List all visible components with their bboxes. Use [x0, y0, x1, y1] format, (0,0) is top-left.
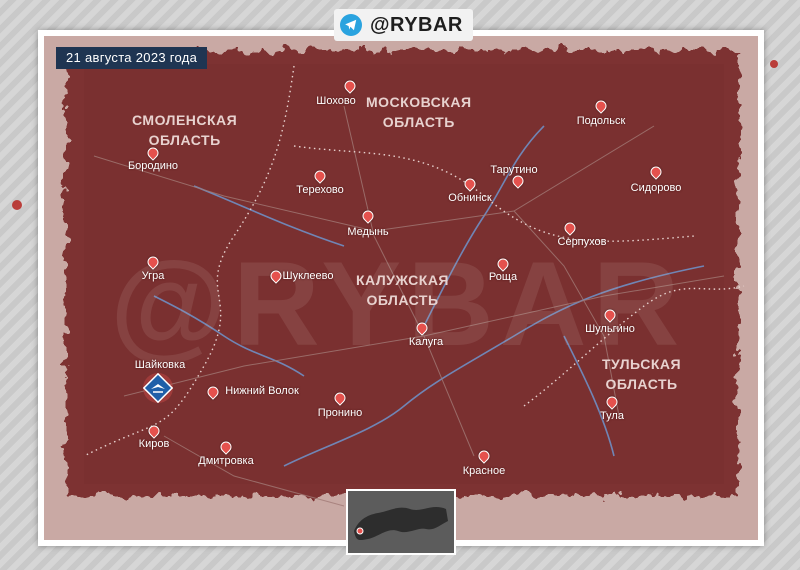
- city-label: Угра: [141, 270, 165, 282]
- region-moscow: МОСКОВСКАЯ ОБЛАСТЬ: [366, 92, 472, 132]
- city-label: Подольск: [576, 115, 626, 127]
- region-label: ОБЛАСТЬ: [605, 376, 678, 392]
- city-label: Шайковка: [134, 359, 186, 371]
- splatter: [770, 60, 778, 68]
- city-label: Сидорово: [630, 182, 682, 194]
- region-label: ОБЛАСТЬ: [148, 132, 221, 148]
- region-label: ОБЛАСТЬ: [382, 114, 455, 130]
- region-label: СМОЛЕНСКАЯ: [132, 112, 238, 128]
- region-tula: ТУЛЬСКАЯ ОБЛАСТЬ: [602, 354, 681, 394]
- city-label: Красное: [462, 465, 506, 477]
- region-smolensk: СМОЛЕНСКАЯ ОБЛАСТЬ: [132, 110, 237, 150]
- region-label: КАЛУЖСКАЯ: [356, 272, 449, 288]
- brand-badge: @RYBAR: [334, 9, 473, 41]
- city-label: Серпухов: [557, 236, 607, 248]
- city-label: Шульгино: [585, 323, 635, 335]
- locator-inset-map: [346, 489, 456, 555]
- city-label: Обнинск: [448, 192, 492, 204]
- region-label: МОСКОВСКАЯ: [366, 94, 472, 110]
- city-label: Калуга: [408, 336, 444, 348]
- city-label: Тула: [600, 410, 624, 422]
- city-label: Тарутино: [490, 164, 538, 176]
- region-label: ТУЛЬСКАЯ: [602, 356, 682, 372]
- city-label: Шохово: [316, 95, 356, 107]
- city-label: Терехово: [296, 184, 344, 196]
- region-label: ОБЛАСТЬ: [366, 292, 439, 308]
- region-kaluga: КАЛУЖСКАЯ ОБЛАСТЬ: [356, 270, 449, 310]
- date-label: 21 августа 2023 года: [56, 47, 208, 69]
- brand-name: @RYBAR: [370, 13, 463, 36]
- city-label: Дмитровка: [198, 455, 254, 467]
- city-label: Пронино: [317, 407, 363, 419]
- city-label: Медынь: [347, 226, 389, 238]
- city-label: Шуклеево: [282, 270, 334, 282]
- city-label: Нижний Волок: [225, 385, 299, 397]
- military-airfield-icon: [143, 373, 173, 403]
- city-label: Роща: [488, 271, 518, 283]
- city-label: Киров: [138, 438, 170, 450]
- russia-silhouette-icon: [354, 507, 448, 541]
- telegram-icon: [340, 14, 362, 36]
- splatter: [12, 200, 22, 210]
- city-label: Бородино: [127, 160, 179, 172]
